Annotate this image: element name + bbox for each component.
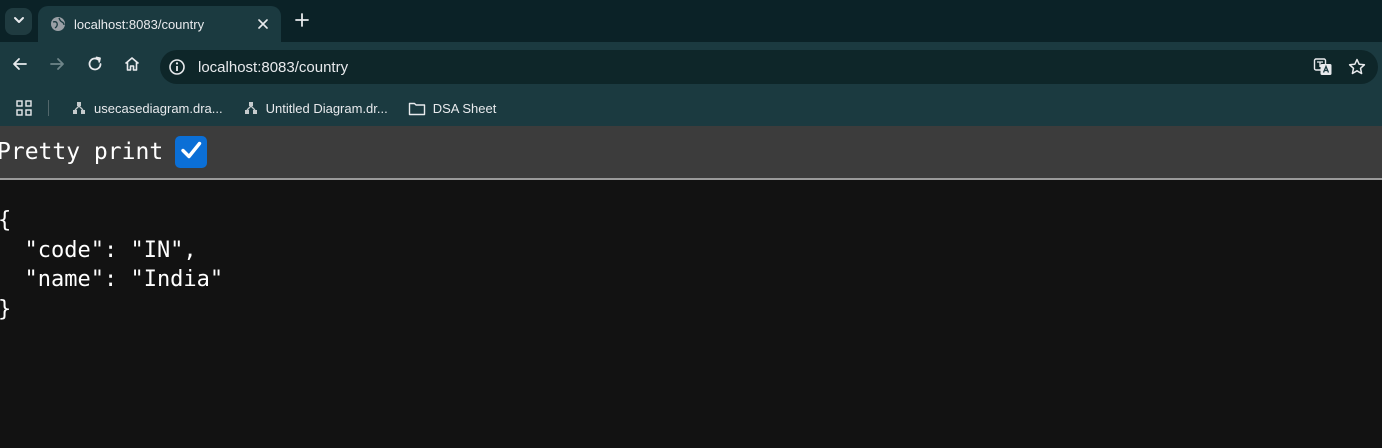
json-line: { xyxy=(0,208,11,233)
arrow-right-icon xyxy=(48,55,66,78)
drawio-icon xyxy=(71,100,87,116)
arrow-left-icon xyxy=(11,55,29,78)
tab-search-button[interactable] xyxy=(5,8,32,35)
json-line: "code": "IN", xyxy=(0,237,197,263)
json-line: } xyxy=(0,297,11,322)
forward-button[interactable] xyxy=(45,54,69,78)
folder-icon xyxy=(408,100,426,116)
bookmark-usecasediagram[interactable]: usecasediagram.dra... xyxy=(63,94,231,122)
bookmark-label: DSA Sheet xyxy=(432,100,497,116)
bookmark-label: Untitled Diagram.dr... xyxy=(265,100,388,116)
bookmarks-bar: usecasediagram.dra... Untitled Diagram.d… xyxy=(0,90,1382,126)
json-line: "name": "India" xyxy=(0,267,224,292)
bookmark-star-icon[interactable] xyxy=(1344,54,1370,80)
json-viewer: { "code": "IN", "name": "India" } xyxy=(0,182,1382,448)
close-tab-icon[interactable] xyxy=(253,14,273,34)
bookmark-label: usecasediagram.dra... xyxy=(94,100,223,116)
bookmark-untitled-diagram[interactable]: Untitled Diagram.dr... xyxy=(235,94,396,122)
url-text[interactable]: localhost:8083/country xyxy=(198,59,1310,76)
pretty-print-label: Pretty print xyxy=(0,139,164,165)
json-text: { "code": "IN", "name": "India" } xyxy=(0,206,223,324)
pretty-print-bar: Pretty print xyxy=(0,126,1382,180)
apps-grid-icon[interactable] xyxy=(14,98,34,118)
site-info-icon[interactable] xyxy=(166,56,188,78)
back-button[interactable] xyxy=(8,54,32,78)
reload-icon xyxy=(86,55,104,78)
new-tab-button[interactable] xyxy=(290,10,314,34)
pretty-print-checkbox[interactable] xyxy=(175,136,208,168)
globe-icon xyxy=(50,16,66,32)
plus-icon xyxy=(295,12,309,32)
bookmarks-divider xyxy=(48,100,49,116)
active-tab[interactable]: localhost:8083/country xyxy=(38,6,281,42)
address-bar[interactable]: localhost:8083/country xyxy=(160,50,1378,84)
home-icon xyxy=(123,55,141,78)
bookmark-folder-dsa-sheet[interactable]: DSA Sheet xyxy=(400,94,505,122)
checkmark-icon xyxy=(179,138,203,167)
drawio-icon xyxy=(243,100,259,116)
tab-title: localhost:8083/country xyxy=(74,16,205,32)
home-button[interactable] xyxy=(120,54,144,78)
chevron-down-icon xyxy=(13,13,25,31)
translate-icon[interactable] xyxy=(1310,54,1336,80)
tab-strip: localhost:8083/country xyxy=(0,0,1382,42)
browser-toolbar: localhost:8083/country xyxy=(0,42,1382,90)
reload-button[interactable] xyxy=(83,54,107,78)
